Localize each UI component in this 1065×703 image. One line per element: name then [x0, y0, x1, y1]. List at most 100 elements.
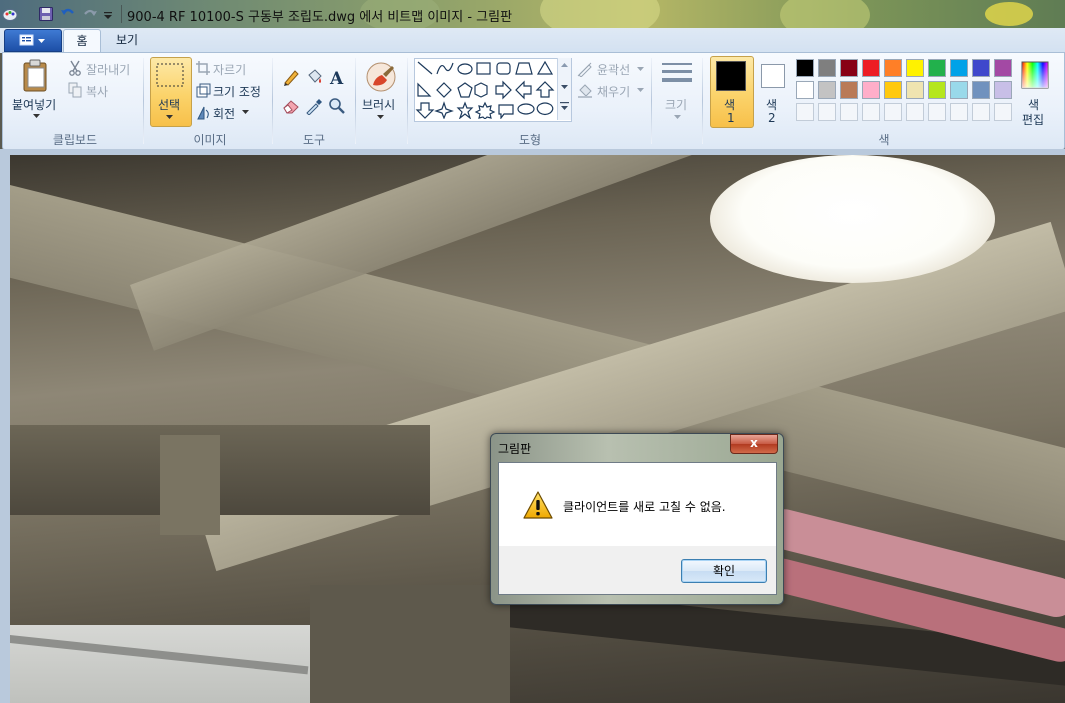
palette-color-swatch[interactable] — [840, 59, 858, 77]
paint-menu-button[interactable] — [4, 29, 62, 52]
color2-swatch[interactable] — [761, 64, 785, 88]
eraser-icon[interactable] — [281, 96, 301, 116]
brushes-button[interactable]: 브러시 — [362, 96, 395, 113]
palette-color-swatch[interactable] — [884, 81, 902, 99]
palette-color-swatch[interactable] — [818, 59, 836, 77]
crop-icon — [195, 60, 211, 76]
custom-color-slot[interactable] — [796, 103, 814, 121]
group-separator — [651, 58, 652, 144]
outline-dropdown-arrow-icon[interactable] — [636, 66, 644, 72]
palette-color-swatch[interactable] — [862, 59, 880, 77]
canvas-image[interactable] — [10, 155, 1065, 703]
customize-quick-access-icon[interactable] — [102, 6, 114, 22]
dialog-message: 클라이언트를 새로 고칠 수 없음. — [563, 500, 726, 514]
menu-icon — [19, 34, 45, 46]
palette-color-swatch[interactable] — [906, 59, 924, 77]
dialog-title: 그림판 — [498, 442, 532, 456]
custom-color-slot[interactable] — [950, 103, 968, 121]
tab-home[interactable]: 홈 — [63, 29, 101, 54]
paste-button[interactable]: 붙여넣기 — [12, 96, 56, 113]
select-label: 선택 — [158, 98, 181, 112]
palette-color-swatch[interactable] — [950, 59, 968, 77]
crop-button[interactable]: 자르기 — [213, 61, 246, 78]
group-separator — [355, 58, 356, 144]
palette-color-swatch[interactable] — [928, 81, 946, 99]
custom-color-slot[interactable] — [840, 103, 858, 121]
copy-icon — [67, 82, 83, 98]
palette-color-swatch[interactable] — [906, 81, 924, 99]
outline-button[interactable]: 윤곽선 — [597, 61, 630, 78]
color1-number: 1 — [727, 111, 735, 125]
custom-color-slot[interactable] — [906, 103, 924, 121]
color1-swatch — [716, 61, 746, 91]
tab-view[interactable]: 보기 — [108, 29, 146, 53]
palette-color-swatch[interactable] — [928, 59, 946, 77]
palette-color-swatch[interactable] — [994, 59, 1012, 77]
warning-icon — [522, 490, 554, 520]
custom-color-slot[interactable] — [818, 103, 836, 121]
magnifier-icon[interactable] — [327, 96, 347, 116]
fill-button[interactable]: 채우기 — [597, 83, 630, 100]
size-dropdown-arrow-icon[interactable] — [673, 113, 681, 121]
palette-color-swatch[interactable] — [818, 81, 836, 99]
shapes-gallery-scrollbar[interactable] — [557, 58, 571, 120]
save-icon[interactable] — [38, 6, 54, 22]
scissors-icon — [67, 60, 83, 76]
edit-colors-label-2[interactable]: 편집 — [1022, 111, 1044, 128]
paint-app-icon[interactable] — [2, 6, 18, 22]
shapes-icons[interactable] — [415, 59, 557, 119]
clipboard-group-label: 클립보드 — [52, 133, 98, 147]
copy-button[interactable]: 복사 — [86, 83, 108, 100]
ribbon-tab-row — [0, 28, 1065, 53]
palette-color-swatch[interactable] — [796, 81, 814, 99]
color2-number: 2 — [768, 111, 776, 125]
palette-color-swatch[interactable] — [994, 81, 1012, 99]
title-bar: 900-4 RF 10100-S 구동부 조립도.dwg 에서 비트맵 이미지 … — [0, 0, 1065, 28]
palette-color-swatch[interactable] — [972, 59, 990, 77]
custom-color-slot[interactable] — [884, 103, 902, 121]
edit-colors-icon[interactable] — [1020, 60, 1050, 90]
selection-rectangle-icon — [155, 62, 185, 88]
line-size-icon[interactable] — [660, 60, 694, 90]
svg-text:A: A — [329, 69, 344, 86]
select-dropdown-arrow-icon[interactable] — [165, 113, 173, 121]
palette-color-swatch[interactable] — [884, 59, 902, 77]
custom-color-slot[interactable] — [994, 103, 1012, 121]
redo-icon[interactable] — [82, 6, 98, 22]
size-button[interactable]: 크기 — [665, 96, 687, 113]
text-tool-icon[interactable]: A — [327, 67, 347, 87]
tools-group-label: 도구 — [302, 133, 326, 147]
color-picker-icon[interactable] — [304, 96, 324, 116]
dialog-close-button[interactable]: x — [730, 434, 778, 454]
ok-button[interactable]: 확인 — [681, 559, 767, 583]
brush-icon[interactable] — [364, 60, 398, 94]
cut-button[interactable]: 잘라내기 — [86, 61, 130, 78]
undo-icon[interactable] — [60, 6, 76, 22]
resize-button[interactable]: 크기 조정 — [213, 83, 261, 100]
rotate-dropdown-arrow-icon[interactable] — [241, 108, 249, 116]
fill-bucket-icon[interactable] — [304, 67, 324, 87]
pencil-icon[interactable] — [281, 67, 301, 87]
palette-color-swatch[interactable] — [862, 81, 880, 99]
brushes-dropdown-arrow-icon[interactable] — [376, 113, 384, 121]
custom-color-slot[interactable] — [862, 103, 880, 121]
paste-dropdown-arrow-icon[interactable] — [32, 112, 40, 120]
shapes-group-label: 도형 — [518, 133, 542, 147]
resize-icon — [195, 82, 211, 98]
fill-icon — [576, 81, 594, 99]
custom-color-slot[interactable] — [972, 103, 990, 121]
title-separator — [121, 5, 122, 23]
fill-dropdown-arrow-icon[interactable] — [636, 87, 644, 93]
qa-separator — [22, 6, 32, 22]
paste-icon[interactable] — [20, 58, 52, 94]
rotate-button[interactable]: 회전 — [213, 105, 235, 122]
group-separator — [407, 58, 408, 144]
palette-color-swatch[interactable] — [796, 59, 814, 77]
group-separator — [143, 58, 144, 144]
custom-color-slot[interactable] — [928, 103, 946, 121]
palette-color-swatch[interactable] — [840, 81, 858, 99]
group-separator — [272, 58, 273, 144]
palette-color-swatch[interactable] — [972, 81, 990, 99]
group-separator — [702, 58, 703, 144]
palette-color-swatch[interactable] — [950, 81, 968, 99]
